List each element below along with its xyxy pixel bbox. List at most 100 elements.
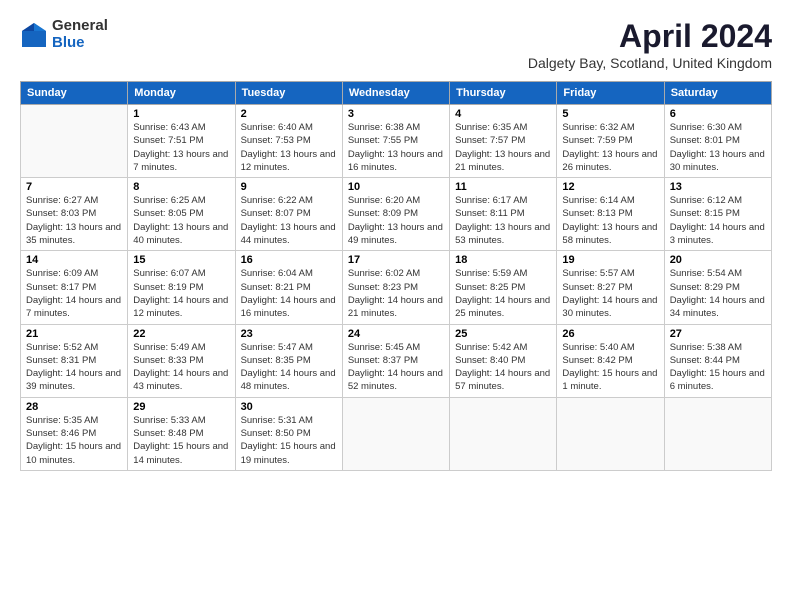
- calendar-cell: 17Sunrise: 6:02 AMSunset: 8:23 PMDayligh…: [342, 251, 449, 324]
- subtitle: Dalgety Bay, Scotland, United Kingdom: [528, 55, 772, 71]
- day-number: 29: [133, 401, 229, 413]
- calendar-cell: 12Sunrise: 6:14 AMSunset: 8:13 PMDayligh…: [557, 178, 664, 251]
- header: General Blue April 2024 Dalgety Bay, Sco…: [20, 18, 772, 71]
- day-number: 19: [562, 254, 658, 266]
- main-title: April 2024: [528, 18, 772, 55]
- calendar-cell: 9Sunrise: 6:22 AMSunset: 8:07 PMDaylight…: [235, 178, 342, 251]
- calendar-cell: 10Sunrise: 6:20 AMSunset: 8:09 PMDayligh…: [342, 178, 449, 251]
- calendar-table: Sunday Monday Tuesday Wednesday Thursday…: [20, 81, 772, 471]
- day-info: Sunrise: 5:52 AMSunset: 8:31 PMDaylight:…: [26, 341, 122, 394]
- col-monday: Monday: [128, 82, 235, 105]
- day-number: 17: [348, 254, 444, 266]
- calendar-cell: 29Sunrise: 5:33 AMSunset: 8:48 PMDayligh…: [128, 397, 235, 470]
- day-info: Sunrise: 6:22 AMSunset: 8:07 PMDaylight:…: [241, 194, 337, 247]
- calendar-week-0: 1Sunrise: 6:43 AMSunset: 7:51 PMDaylight…: [21, 105, 772, 178]
- calendar-cell: 25Sunrise: 5:42 AMSunset: 8:40 PMDayligh…: [450, 324, 557, 397]
- day-number: 27: [670, 328, 766, 340]
- day-number: 4: [455, 108, 551, 120]
- day-number: 11: [455, 181, 551, 193]
- day-info: Sunrise: 5:45 AMSunset: 8:37 PMDaylight:…: [348, 341, 444, 394]
- col-thursday: Thursday: [450, 82, 557, 105]
- day-info: Sunrise: 5:42 AMSunset: 8:40 PMDaylight:…: [455, 341, 551, 394]
- day-number: 12: [562, 181, 658, 193]
- calendar-cell: 26Sunrise: 5:40 AMSunset: 8:42 PMDayligh…: [557, 324, 664, 397]
- calendar-cell: [342, 397, 449, 470]
- day-info: Sunrise: 5:49 AMSunset: 8:33 PMDaylight:…: [133, 341, 229, 394]
- calendar-cell: 6Sunrise: 6:30 AMSunset: 8:01 PMDaylight…: [664, 105, 771, 178]
- day-number: 21: [26, 328, 122, 340]
- day-number: 28: [26, 401, 122, 413]
- logo-text: General Blue: [52, 18, 108, 51]
- day-info: Sunrise: 5:47 AMSunset: 8:35 PMDaylight:…: [241, 341, 337, 394]
- calendar-cell: 23Sunrise: 5:47 AMSunset: 8:35 PMDayligh…: [235, 324, 342, 397]
- title-block: April 2024 Dalgety Bay, Scotland, United…: [528, 18, 772, 71]
- day-info: Sunrise: 6:04 AMSunset: 8:21 PMDaylight:…: [241, 267, 337, 320]
- day-info: Sunrise: 6:09 AMSunset: 8:17 PMDaylight:…: [26, 267, 122, 320]
- day-number: 15: [133, 254, 229, 266]
- day-info: Sunrise: 5:38 AMSunset: 8:44 PMDaylight:…: [670, 341, 766, 394]
- logo: General Blue: [20, 18, 108, 51]
- calendar-cell: 27Sunrise: 5:38 AMSunset: 8:44 PMDayligh…: [664, 324, 771, 397]
- day-info: Sunrise: 6:14 AMSunset: 8:13 PMDaylight:…: [562, 194, 658, 247]
- calendar-cell: 14Sunrise: 6:09 AMSunset: 8:17 PMDayligh…: [21, 251, 128, 324]
- day-info: Sunrise: 5:35 AMSunset: 8:46 PMDaylight:…: [26, 414, 122, 467]
- day-number: 7: [26, 181, 122, 193]
- day-number: 16: [241, 254, 337, 266]
- col-sunday: Sunday: [21, 82, 128, 105]
- day-info: Sunrise: 6:43 AMSunset: 7:51 PMDaylight:…: [133, 121, 229, 174]
- calendar-week-3: 21Sunrise: 5:52 AMSunset: 8:31 PMDayligh…: [21, 324, 772, 397]
- calendar-cell: 18Sunrise: 5:59 AMSunset: 8:25 PMDayligh…: [450, 251, 557, 324]
- page: General Blue April 2024 Dalgety Bay, Sco…: [0, 0, 792, 612]
- calendar-cell: 2Sunrise: 6:40 AMSunset: 7:53 PMDaylight…: [235, 105, 342, 178]
- day-info: Sunrise: 5:31 AMSunset: 8:50 PMDaylight:…: [241, 414, 337, 467]
- day-number: 6: [670, 108, 766, 120]
- col-wednesday: Wednesday: [342, 82, 449, 105]
- calendar-cell: [664, 397, 771, 470]
- calendar-cell: 8Sunrise: 6:25 AMSunset: 8:05 PMDaylight…: [128, 178, 235, 251]
- day-number: 30: [241, 401, 337, 413]
- day-info: Sunrise: 6:32 AMSunset: 7:59 PMDaylight:…: [562, 121, 658, 174]
- day-number: 20: [670, 254, 766, 266]
- day-info: Sunrise: 6:30 AMSunset: 8:01 PMDaylight:…: [670, 121, 766, 174]
- day-number: 2: [241, 108, 337, 120]
- day-info: Sunrise: 6:27 AMSunset: 8:03 PMDaylight:…: [26, 194, 122, 247]
- day-info: Sunrise: 6:38 AMSunset: 7:55 PMDaylight:…: [348, 121, 444, 174]
- col-saturday: Saturday: [664, 82, 771, 105]
- day-info: Sunrise: 6:07 AMSunset: 8:19 PMDaylight:…: [133, 267, 229, 320]
- day-info: Sunrise: 6:35 AMSunset: 7:57 PMDaylight:…: [455, 121, 551, 174]
- calendar-cell: 19Sunrise: 5:57 AMSunset: 8:27 PMDayligh…: [557, 251, 664, 324]
- logo-blue-text: Blue: [52, 35, 108, 52]
- calendar-cell: 24Sunrise: 5:45 AMSunset: 8:37 PMDayligh…: [342, 324, 449, 397]
- calendar-cell: 11Sunrise: 6:17 AMSunset: 8:11 PMDayligh…: [450, 178, 557, 251]
- calendar-cell: 30Sunrise: 5:31 AMSunset: 8:50 PMDayligh…: [235, 397, 342, 470]
- calendar-cell: 16Sunrise: 6:04 AMSunset: 8:21 PMDayligh…: [235, 251, 342, 324]
- day-number: 24: [348, 328, 444, 340]
- day-info: Sunrise: 5:57 AMSunset: 8:27 PMDaylight:…: [562, 267, 658, 320]
- day-info: Sunrise: 6:40 AMSunset: 7:53 PMDaylight:…: [241, 121, 337, 174]
- day-number: 13: [670, 181, 766, 193]
- calendar-cell: [450, 397, 557, 470]
- calendar-cell: 15Sunrise: 6:07 AMSunset: 8:19 PMDayligh…: [128, 251, 235, 324]
- day-info: Sunrise: 5:59 AMSunset: 8:25 PMDaylight:…: [455, 267, 551, 320]
- calendar-cell: 5Sunrise: 6:32 AMSunset: 7:59 PMDaylight…: [557, 105, 664, 178]
- calendar-week-1: 7Sunrise: 6:27 AMSunset: 8:03 PMDaylight…: [21, 178, 772, 251]
- calendar-week-2: 14Sunrise: 6:09 AMSunset: 8:17 PMDayligh…: [21, 251, 772, 324]
- calendar-cell: [21, 105, 128, 178]
- day-info: Sunrise: 6:25 AMSunset: 8:05 PMDaylight:…: [133, 194, 229, 247]
- calendar-cell: 7Sunrise: 6:27 AMSunset: 8:03 PMDaylight…: [21, 178, 128, 251]
- day-number: 22: [133, 328, 229, 340]
- col-friday: Friday: [557, 82, 664, 105]
- calendar-cell: 20Sunrise: 5:54 AMSunset: 8:29 PMDayligh…: [664, 251, 771, 324]
- day-number: 10: [348, 181, 444, 193]
- day-number: 26: [562, 328, 658, 340]
- day-info: Sunrise: 6:20 AMSunset: 8:09 PMDaylight:…: [348, 194, 444, 247]
- day-info: Sunrise: 5:54 AMSunset: 8:29 PMDaylight:…: [670, 267, 766, 320]
- day-number: 3: [348, 108, 444, 120]
- day-number: 25: [455, 328, 551, 340]
- day-number: 23: [241, 328, 337, 340]
- day-number: 14: [26, 254, 122, 266]
- logo-icon: [20, 21, 48, 49]
- calendar-cell: 4Sunrise: 6:35 AMSunset: 7:57 PMDaylight…: [450, 105, 557, 178]
- day-number: 18: [455, 254, 551, 266]
- day-number: 1: [133, 108, 229, 120]
